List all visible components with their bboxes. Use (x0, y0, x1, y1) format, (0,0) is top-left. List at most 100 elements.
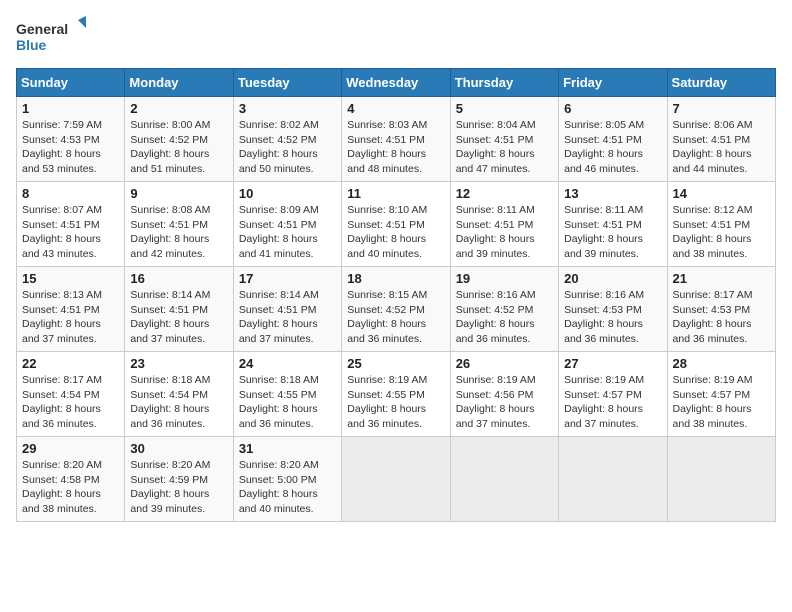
cell-content: Sunrise: 8:11 AMSunset: 4:51 PMDaylight:… (564, 203, 661, 262)
day-number: 23 (130, 356, 227, 371)
calendar-cell: 21Sunrise: 8:17 AMSunset: 4:53 PMDayligh… (667, 267, 775, 352)
cell-content: Sunrise: 8:14 AMSunset: 4:51 PMDaylight:… (130, 288, 227, 347)
cell-content: Sunrise: 8:14 AMSunset: 4:51 PMDaylight:… (239, 288, 336, 347)
cell-content: Sunrise: 8:10 AMSunset: 4:51 PMDaylight:… (347, 203, 444, 262)
cell-content: Sunrise: 8:16 AMSunset: 4:52 PMDaylight:… (456, 288, 553, 347)
col-header-thursday: Thursday (450, 69, 558, 97)
cell-content: Sunrise: 8:02 AMSunset: 4:52 PMDaylight:… (239, 118, 336, 177)
calendar-cell: 14 Sunrise: 8:12 AMSunset: 4:51 PMDayligh… (667, 182, 775, 267)
day-number: 30 (130, 441, 227, 456)
calendar-cell: 20 Sunrise: 8:16 AMSunset: 4:53 PMDayligh… (559, 267, 667, 352)
cell-content: Sunrise: 8:04 AMSunset: 4:51 PMDaylight:… (456, 118, 553, 177)
day-number: 16 (130, 271, 227, 286)
calendar-cell: 10 Sunrise: 8:09 AMSunset: 4:51 PMDayligh… (233, 182, 341, 267)
calendar-cell (667, 437, 775, 522)
calendar-table: SundayMondayTuesdayWednesdayThursdayFrid… (16, 68, 776, 522)
calendar-week-3: 15Sunrise: 8:13 AMSunset: 4:51 PMDayligh… (17, 267, 776, 352)
calendar-cell: 19 Sunrise: 8:16 AMSunset: 4:52 PMDayligh… (450, 267, 558, 352)
cell-content: Sunrise: 8:19 AMSunset: 4:56 PMDaylight:… (456, 373, 553, 432)
day-number: 7 (673, 101, 770, 116)
cell-content: Sunrise: 8:12 AMSunset: 4:51 PMDaylight:… (673, 203, 770, 262)
cell-content: Sunrise: 8:18 AMSunset: 4:55 PMDaylight:… (239, 373, 336, 432)
col-header-monday: Monday (125, 69, 233, 97)
cell-content: Sunrise: 8:07 AMSunset: 4:51 PMDaylight:… (22, 203, 119, 262)
calendar-cell: 3 Sunrise: 8:02 AMSunset: 4:52 PMDaylight… (233, 97, 341, 182)
calendar-cell: 27Sunrise: 8:19 AMSunset: 4:57 PMDayligh… (559, 352, 667, 437)
calendar-body: 1Sunrise: 7:59 AMSunset: 4:53 PMDaylight… (17, 97, 776, 522)
col-header-sunday: Sunday (17, 69, 125, 97)
page-header: General Blue (16, 16, 776, 56)
calendar-cell (342, 437, 450, 522)
day-number: 25 (347, 356, 444, 371)
day-number: 18 (347, 271, 444, 286)
cell-content: Sunrise: 8:03 AMSunset: 4:51 PMDaylight:… (347, 118, 444, 177)
calendar-cell: 2 Sunrise: 8:00 AMSunset: 4:52 PMDaylight… (125, 97, 233, 182)
day-number: 4 (347, 101, 444, 116)
cell-content: Sunrise: 8:06 AMSunset: 4:51 PMDaylight:… (673, 118, 770, 177)
cell-content: Sunrise: 7:59 AMSunset: 4:53 PMDaylight:… (22, 118, 119, 177)
calendar-week-2: 8 Sunrise: 8:07 AMSunset: 4:51 PMDaylight… (17, 182, 776, 267)
calendar-cell: 16 Sunrise: 8:14 AMSunset: 4:51 PMDayligh… (125, 267, 233, 352)
calendar-cell: 26 Sunrise: 8:19 AMSunset: 4:56 PMDayligh… (450, 352, 558, 437)
day-number: 5 (456, 101, 553, 116)
svg-text:Blue: Blue (16, 37, 47, 53)
day-number: 17 (239, 271, 336, 286)
cell-content: Sunrise: 8:11 AMSunset: 4:51 PMDaylight:… (456, 203, 553, 262)
cell-content: Sunrise: 8:00 AMSunset: 4:52 PMDaylight:… (130, 118, 227, 177)
calendar-week-4: 22 Sunrise: 8:17 AMSunset: 4:54 PMDayligh… (17, 352, 776, 437)
day-number: 8 (22, 186, 119, 201)
logo: General Blue (16, 16, 86, 56)
calendar-cell: 4 Sunrise: 8:03 AMSunset: 4:51 PMDaylight… (342, 97, 450, 182)
logo-icon: General Blue (16, 16, 86, 56)
day-number: 12 (456, 186, 553, 201)
calendar-cell: 8 Sunrise: 8:07 AMSunset: 4:51 PMDaylight… (17, 182, 125, 267)
day-number: 10 (239, 186, 336, 201)
calendar-cell: 31Sunrise: 8:20 AMSunset: 5:00 PMDayligh… (233, 437, 341, 522)
calendar-cell: 13Sunrise: 8:11 AMSunset: 4:51 PMDayligh… (559, 182, 667, 267)
calendar-cell: 11 Sunrise: 8:10 AMSunset: 4:51 PMDayligh… (342, 182, 450, 267)
day-number: 19 (456, 271, 553, 286)
cell-content: Sunrise: 8:19 AMSunset: 4:55 PMDaylight:… (347, 373, 444, 432)
calendar-cell: 28Sunrise: 8:19 AMSunset: 4:57 PMDayligh… (667, 352, 775, 437)
day-number: 26 (456, 356, 553, 371)
cell-content: Sunrise: 8:15 AMSunset: 4:52 PMDaylight:… (347, 288, 444, 347)
day-number: 31 (239, 441, 336, 456)
day-number: 11 (347, 186, 444, 201)
day-number: 6 (564, 101, 661, 116)
day-number: 22 (22, 356, 119, 371)
day-number: 29 (22, 441, 119, 456)
cell-content: Sunrise: 8:20 AMSunset: 4:58 PMDaylight:… (22, 458, 119, 517)
calendar-cell: 30 Sunrise: 8:20 AMSunset: 4:59 PMDayligh… (125, 437, 233, 522)
cell-content: Sunrise: 8:05 AMSunset: 4:51 PMDaylight:… (564, 118, 661, 177)
header-row: SundayMondayTuesdayWednesdayThursdayFrid… (17, 69, 776, 97)
cell-content: Sunrise: 8:17 AMSunset: 4:53 PMDaylight:… (673, 288, 770, 347)
calendar-cell: 1Sunrise: 7:59 AMSunset: 4:53 PMDaylight… (17, 97, 125, 182)
calendar-cell: 17 Sunrise: 8:14 AMSunset: 4:51 PMDayligh… (233, 267, 341, 352)
calendar-header: SundayMondayTuesdayWednesdayThursdayFrid… (17, 69, 776, 97)
calendar-cell (450, 437, 558, 522)
calendar-cell: 15Sunrise: 8:13 AMSunset: 4:51 PMDayligh… (17, 267, 125, 352)
calendar-cell: 5 Sunrise: 8:04 AMSunset: 4:51 PMDaylight… (450, 97, 558, 182)
day-number: 27 (564, 356, 661, 371)
calendar-cell: 6 Sunrise: 8:05 AMSunset: 4:51 PMDaylight… (559, 97, 667, 182)
day-number: 3 (239, 101, 336, 116)
day-number: 20 (564, 271, 661, 286)
calendar-cell (559, 437, 667, 522)
day-number: 28 (673, 356, 770, 371)
col-header-saturday: Saturday (667, 69, 775, 97)
cell-content: Sunrise: 8:17 AMSunset: 4:54 PMDaylight:… (22, 373, 119, 432)
cell-content: Sunrise: 8:20 AMSunset: 4:59 PMDaylight:… (130, 458, 227, 517)
calendar-week-5: 29 Sunrise: 8:20 AMSunset: 4:58 PMDayligh… (17, 437, 776, 522)
calendar-cell: 22 Sunrise: 8:17 AMSunset: 4:54 PMDayligh… (17, 352, 125, 437)
calendar-cell: 7 Sunrise: 8:06 AMSunset: 4:51 PMDaylight… (667, 97, 775, 182)
day-number: 24 (239, 356, 336, 371)
calendar-cell: 9Sunrise: 8:08 AMSunset: 4:51 PMDaylight… (125, 182, 233, 267)
day-number: 14 (673, 186, 770, 201)
calendar-cell: 24 Sunrise: 8:18 AMSunset: 4:55 PMDayligh… (233, 352, 341, 437)
cell-content: Sunrise: 8:09 AMSunset: 4:51 PMDaylight:… (239, 203, 336, 262)
calendar-cell: 25 Sunrise: 8:19 AMSunset: 4:55 PMDayligh… (342, 352, 450, 437)
cell-content: Sunrise: 8:16 AMSunset: 4:53 PMDaylight:… (564, 288, 661, 347)
calendar-cell: 23Sunrise: 8:18 AMSunset: 4:54 PMDayligh… (125, 352, 233, 437)
day-number: 2 (130, 101, 227, 116)
col-header-tuesday: Tuesday (233, 69, 341, 97)
